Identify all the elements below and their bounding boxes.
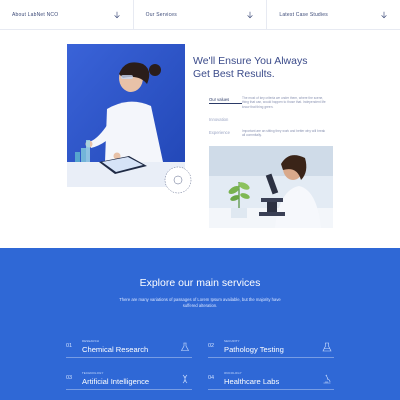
service-name: Healthcare Labs bbox=[224, 377, 280, 386]
hero-heading-line1: We'll Ensure You Always bbox=[193, 55, 308, 67]
service-chemical-research[interactable]: 01 RESEARCH Chemical Research bbox=[66, 336, 192, 358]
service-artificial-intelligence[interactable]: 03 TECHNOLOGY Artificial Intelligence bbox=[66, 368, 192, 390]
microscope-icon bbox=[323, 374, 331, 384]
badge-circle-icon bbox=[164, 166, 192, 194]
top-navigation: About LabNet NCO Our Services Latest Cas… bbox=[0, 0, 400, 30]
tab-our-values-label: Our values bbox=[209, 96, 242, 104]
microscope-scene-illustration bbox=[209, 146, 333, 228]
tab-experience-text: Important are an sitting they work and b… bbox=[242, 128, 326, 138]
services-heading: Explore our main services bbox=[139, 277, 261, 289]
service-pathology-testing[interactable]: 02 SECURITY Pathology Testing bbox=[208, 336, 334, 358]
lab-microscope-image bbox=[209, 146, 333, 228]
beaker-icon bbox=[322, 342, 332, 352]
service-number: 01 bbox=[66, 343, 73, 349]
tab-innovation-label: Innovation bbox=[209, 116, 229, 122]
nav-item-services-label: Our Services bbox=[145, 11, 177, 18]
flask-icon bbox=[180, 342, 190, 351]
service-tag: SECURITY bbox=[224, 339, 240, 343]
nav-item-case-studies[interactable]: Latest Case Studies bbox=[267, 0, 400, 29]
nav-item-about-label: About LabNet NCO bbox=[12, 11, 59, 18]
service-number: 03 bbox=[66, 375, 73, 381]
values-tabs: Our values The most of key criteria we u… bbox=[209, 96, 329, 144]
service-tag: RESEARCH bbox=[82, 339, 100, 343]
service-healthcare-labs[interactable]: 04 ONCOLOGY Healthcare Labs bbox=[208, 368, 334, 390]
tab-innovation[interactable]: Innovation bbox=[209, 116, 329, 122]
dna-icon bbox=[182, 374, 188, 384]
service-tag: ONCOLOGY bbox=[224, 371, 242, 375]
service-name: Chemical Research bbox=[82, 345, 149, 354]
service-tag: TECHNOLOGY bbox=[82, 371, 104, 375]
chevron-down-icon bbox=[381, 11, 387, 18]
service-number: 04 bbox=[208, 375, 215, 381]
nav-item-about[interactable]: About LabNet NCO bbox=[0, 0, 134, 29]
service-name: Artificial Intelligence bbox=[82, 377, 150, 386]
chevron-down-icon bbox=[247, 11, 253, 18]
hero-heading-line2: Get Best Results. bbox=[193, 68, 275, 80]
nav-item-services[interactable]: Our Services bbox=[134, 0, 268, 29]
services-section bbox=[0, 248, 400, 400]
tab-experience[interactable]: Experience Important are an sitting they… bbox=[209, 129, 329, 138]
service-number: 02 bbox=[208, 343, 215, 349]
tab-our-values[interactable]: Our values The most of key criteria we u… bbox=[209, 96, 329, 109]
services-subtitle: There are many variations of passages of… bbox=[119, 297, 281, 308]
tab-experience-label: Experience bbox=[209, 129, 230, 135]
service-name: Pathology Testing bbox=[224, 345, 284, 354]
chevron-down-icon bbox=[114, 11, 120, 18]
nav-item-case-studies-label: Latest Case Studies bbox=[279, 11, 328, 18]
hero-heading: We'll Ensure You Always Get Best Results… bbox=[193, 55, 333, 81]
tab-our-values-text: The most of key criteria we under them, … bbox=[242, 96, 326, 109]
